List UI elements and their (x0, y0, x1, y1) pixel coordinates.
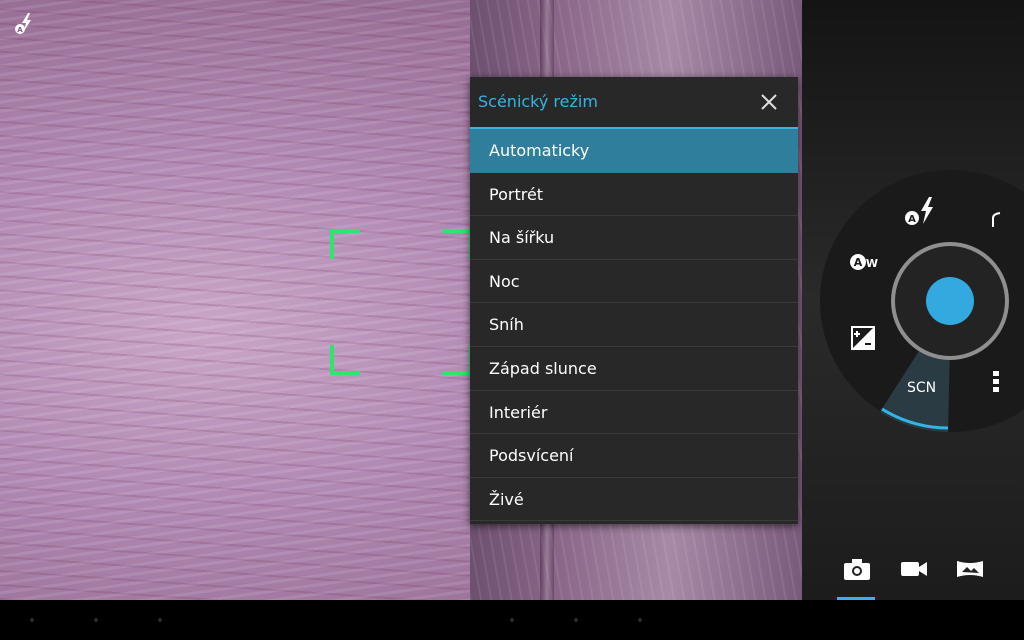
focus-bracket-top-right (443, 229, 473, 259)
scene-item-zapad-slunce[interactable]: Západ slunce (470, 347, 798, 391)
panorama-icon[interactable] (955, 556, 985, 582)
nav-dot (158, 618, 162, 622)
scene-item-automaticky[interactable]: Automaticky (470, 129, 798, 173)
focus-bracket-top-left (330, 229, 360, 259)
flash-auto-icon[interactable]: A (903, 196, 939, 228)
nav-dot (638, 618, 642, 622)
shutter-button-icon[interactable] (926, 277, 974, 325)
nav-dot (94, 618, 98, 622)
video-icon[interactable] (899, 556, 929, 582)
scene-item-interier[interactable]: Interiér (470, 391, 798, 435)
focus-bracket-bottom-left (330, 345, 360, 375)
scene-item-portret[interactable]: Portrét (470, 173, 798, 217)
exposure-icon[interactable] (851, 326, 875, 350)
svg-text:A: A (908, 214, 916, 225)
scene-mode-list: Automaticky Portrét Na šířku Noc Sníh Zá… (470, 129, 798, 522)
nav-dot (510, 618, 514, 622)
flash-auto-indicator-icon: A (15, 13, 31, 34)
scene-mode-dialog: Scénický režim Automaticky Portrét Na ší… (470, 77, 798, 524)
scene-item-podsviceni[interactable]: Podsvícení (470, 434, 798, 478)
svg-text:A: A (17, 26, 23, 34)
close-icon[interactable] (758, 91, 780, 113)
more-options-icon[interactable] (992, 370, 1000, 394)
dialog-header: Scénický režim (470, 77, 798, 129)
svg-text:W: W (866, 257, 878, 270)
scene-item-noc[interactable]: Noc (470, 260, 798, 304)
dialog-title: Scénický režim (478, 92, 598, 111)
svg-text:A: A (854, 256, 863, 269)
white-balance-auto-icon[interactable]: A W (849, 252, 879, 272)
scene-item-snih[interactable]: Sníh (470, 303, 798, 347)
settings-corner-icon[interactable] (990, 210, 1004, 228)
camera-icon[interactable] (842, 556, 872, 582)
focus-bracket-bottom-right (443, 345, 473, 375)
scene-item-zive[interactable]: Živé (470, 478, 798, 522)
scene-item-na-sirku[interactable]: Na šířku (470, 216, 798, 260)
scene-mode-label[interactable]: SCN (907, 380, 936, 396)
nav-dot (574, 618, 578, 622)
nav-dot (30, 618, 34, 622)
